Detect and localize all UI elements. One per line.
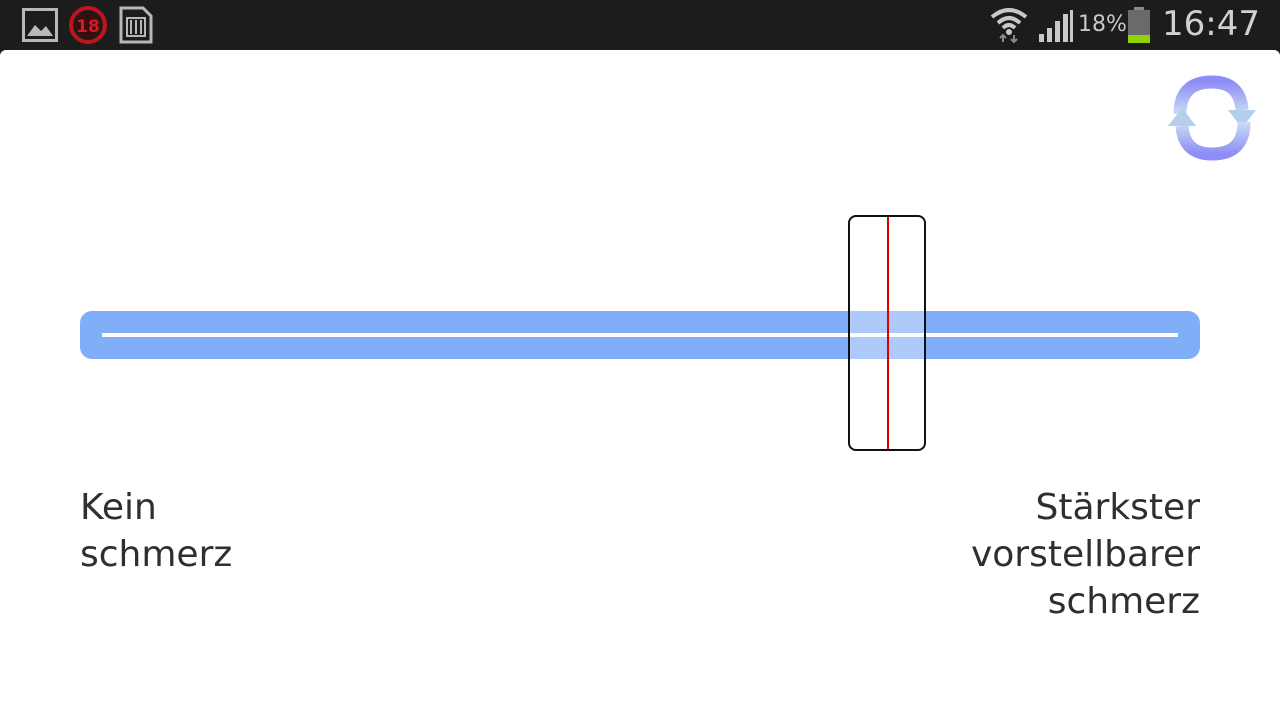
cell-signal-icon — [1039, 10, 1073, 42]
pain-scale-track-line — [102, 333, 1178, 337]
min-pain-label-line: Kein — [80, 487, 157, 528]
wifi-icon — [990, 8, 1028, 43]
max-pain-label-line: Stärkster — [1035, 487, 1201, 528]
age-18-notification-icon: 18 — [69, 6, 107, 44]
max-pain-label-line: vorstellbarer — [970, 534, 1200, 575]
battery-fill — [1128, 35, 1150, 43]
svg-text:18: 18 — [76, 17, 100, 37]
max-pain-label: Stärkster vorstellbarer schmerz — [971, 484, 1200, 625]
min-pain-label: Kein schmerz — [80, 484, 232, 578]
gallery-notification-icon — [22, 8, 58, 42]
status-bar: 18 18% 16:47 — [0, 0, 1280, 50]
pain-scale-slider-handle[interactable] — [848, 215, 927, 451]
max-pain-label-line: schmerz — [1047, 581, 1200, 622]
refresh-icon — [1168, 75, 1256, 161]
pain-scale-track[interactable] — [80, 311, 1200, 359]
clock: 16:47 — [1162, 4, 1260, 44]
reset-button[interactable] — [1166, 70, 1258, 166]
battery-icon — [1128, 7, 1150, 43]
battery-percentage: 18% — [1078, 12, 1127, 37]
slider-marker-line — [887, 217, 890, 449]
min-pain-label-line: schmerz — [80, 534, 233, 575]
sd-card-icon — [119, 6, 153, 44]
pain-scale-screen: Kein schmerz Stärkster vorstellbarer sch… — [0, 50, 1280, 720]
